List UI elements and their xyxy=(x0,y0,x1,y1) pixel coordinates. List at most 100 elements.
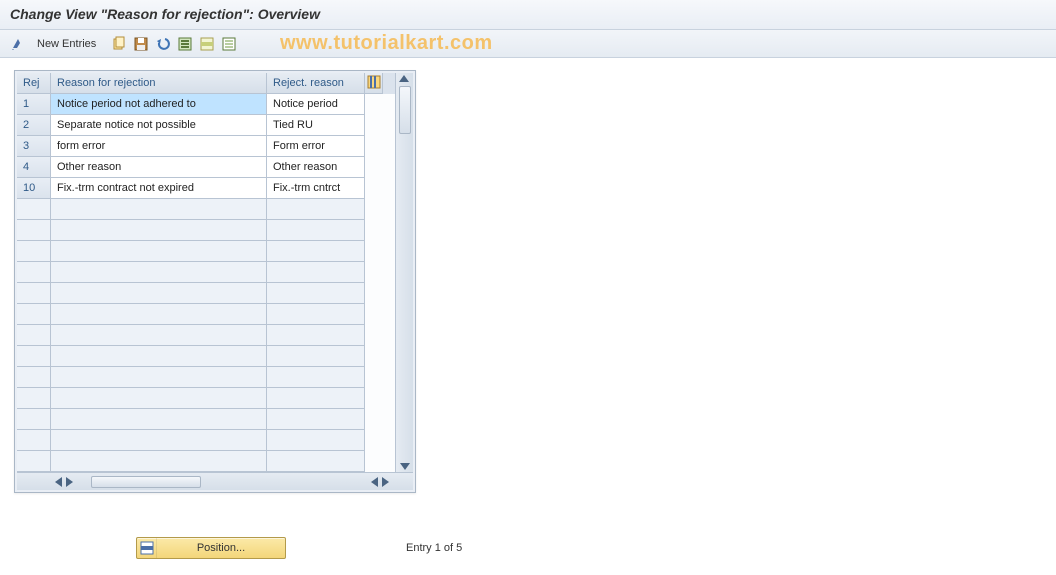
cell-empty[interactable] xyxy=(51,346,267,367)
select-all-icon[interactable] xyxy=(175,34,195,54)
table-row-empty[interactable] xyxy=(17,451,395,472)
cell-empty[interactable] xyxy=(51,220,267,241)
cell-empty[interactable] xyxy=(267,241,365,262)
cell-rej[interactable]: 1 xyxy=(17,94,51,115)
scroll-up-icon[interactable] xyxy=(399,75,409,82)
table-row-empty[interactable] xyxy=(17,241,395,262)
cell-rej[interactable]: 2 xyxy=(17,115,51,136)
table-row-empty[interactable] xyxy=(17,199,395,220)
cell-empty[interactable] xyxy=(17,367,51,388)
cell-empty[interactable] xyxy=(17,346,51,367)
cell-empty[interactable] xyxy=(267,199,365,220)
cell-empty[interactable] xyxy=(17,409,51,430)
cell-empty[interactable] xyxy=(51,304,267,325)
cell-empty[interactable] xyxy=(17,283,51,304)
cell-empty[interactable] xyxy=(17,451,51,472)
cell-empty[interactable] xyxy=(17,388,51,409)
cell-rej[interactable]: 4 xyxy=(17,157,51,178)
table-row-empty[interactable] xyxy=(17,304,395,325)
table-header-row: Rej Reason for rejection Reject. reason xyxy=(17,73,395,94)
title-bar: Change View "Reason for rejection": Over… xyxy=(0,0,1056,30)
scroll-left-start-icon[interactable] xyxy=(55,477,62,487)
cell-empty[interactable] xyxy=(51,409,267,430)
copy-icon[interactable] xyxy=(109,34,129,54)
cell-empty[interactable] xyxy=(51,388,267,409)
table-row-empty[interactable] xyxy=(17,430,395,451)
cell-empty[interactable] xyxy=(267,388,365,409)
cell-short[interactable]: Notice period xyxy=(267,94,365,115)
cell-empty[interactable] xyxy=(267,220,365,241)
toggle-display-icon[interactable] xyxy=(8,34,28,54)
cell-empty[interactable] xyxy=(51,325,267,346)
table-row[interactable]: 2Separate notice not possibleTied RU xyxy=(17,115,395,136)
cell-short[interactable]: Form error xyxy=(267,136,365,157)
table-row-empty[interactable] xyxy=(17,262,395,283)
table-row[interactable]: 1Notice period not adhered toNotice peri… xyxy=(17,94,395,115)
cell-empty[interactable] xyxy=(267,262,365,283)
table-row[interactable]: 10Fix.-trm contract not expiredFix.-trm … xyxy=(17,178,395,199)
scroll-left-step-right-icon[interactable] xyxy=(371,477,378,487)
cell-reason[interactable]: Separate notice not possible xyxy=(51,115,267,136)
cell-reason[interactable]: Fix.-trm contract not expired xyxy=(51,178,267,199)
cell-short[interactable]: Other reason xyxy=(267,157,365,178)
cell-short[interactable]: Tied RU xyxy=(267,115,365,136)
table-row-empty[interactable] xyxy=(17,283,395,304)
column-header-reason[interactable]: Reason for rejection xyxy=(51,73,267,94)
select-block-icon[interactable] xyxy=(197,34,217,54)
cell-rej[interactable]: 10 xyxy=(17,178,51,199)
table-row[interactable]: 3form errorForm error xyxy=(17,136,395,157)
table-row-empty[interactable] xyxy=(17,409,395,430)
column-header-rej[interactable]: Rej xyxy=(17,73,51,94)
cell-empty[interactable] xyxy=(51,199,267,220)
cell-empty[interactable] xyxy=(267,283,365,304)
table-row-empty[interactable] xyxy=(17,346,395,367)
cell-empty[interactable] xyxy=(267,346,365,367)
hscroll-thumb[interactable] xyxy=(91,476,201,488)
cell-empty[interactable] xyxy=(267,430,365,451)
cell-empty[interactable] xyxy=(17,430,51,451)
scroll-down-icon[interactable] xyxy=(400,463,410,470)
content-area: Rej Reason for rejection Reject. reason … xyxy=(0,58,1056,571)
cell-empty[interactable] xyxy=(51,430,267,451)
undo-icon[interactable] xyxy=(153,34,173,54)
cell-empty[interactable] xyxy=(267,367,365,388)
cell-empty[interactable] xyxy=(267,409,365,430)
cell-reason[interactable]: form error xyxy=(51,136,267,157)
table-config-icon[interactable] xyxy=(365,73,383,94)
cell-empty[interactable] xyxy=(267,304,365,325)
horizontal-scrollbar[interactable] xyxy=(17,472,413,490)
table-row-empty[interactable] xyxy=(17,220,395,241)
position-button[interactable]: Position... xyxy=(136,537,286,559)
cell-short[interactable]: Fix.-trm cntrct xyxy=(267,178,365,199)
cell-empty[interactable] xyxy=(17,262,51,283)
cell-empty[interactable] xyxy=(51,283,267,304)
table-row-empty[interactable] xyxy=(17,325,395,346)
cell-empty[interactable] xyxy=(17,325,51,346)
cell-empty[interactable] xyxy=(17,304,51,325)
table-row-empty[interactable] xyxy=(17,367,395,388)
cell-reason[interactable]: Other reason xyxy=(51,157,267,178)
position-button-label: Position... xyxy=(157,542,285,554)
cell-rej[interactable]: 3 xyxy=(17,136,51,157)
table-row[interactable]: 4Other reasonOther reason xyxy=(17,157,395,178)
cell-reason[interactable]: Notice period not adhered to xyxy=(51,94,267,115)
cell-empty[interactable] xyxy=(17,220,51,241)
cell-empty[interactable] xyxy=(51,241,267,262)
column-header-short[interactable]: Reject. reason xyxy=(267,73,365,94)
cell-empty[interactable] xyxy=(51,262,267,283)
deselect-all-icon[interactable] xyxy=(219,34,239,54)
new-entries-button[interactable]: New Entries xyxy=(30,34,103,54)
cell-empty[interactable] xyxy=(267,325,365,346)
table-row-empty[interactable] xyxy=(17,388,395,409)
scroll-right-step-left-icon[interactable] xyxy=(66,477,73,487)
cell-empty[interactable] xyxy=(267,451,365,472)
cell-empty[interactable] xyxy=(17,241,51,262)
vertical-scrollbar[interactable] xyxy=(395,73,413,472)
data-grid[interactable]: Rej Reason for rejection Reject. reason … xyxy=(17,73,395,472)
cell-empty[interactable] xyxy=(51,451,267,472)
cell-empty[interactable] xyxy=(51,367,267,388)
save-icon[interactable] xyxy=(131,34,151,54)
cell-empty[interactable] xyxy=(17,199,51,220)
scroll-right-end-icon[interactable] xyxy=(382,477,389,487)
vscroll-thumb[interactable] xyxy=(399,86,411,134)
